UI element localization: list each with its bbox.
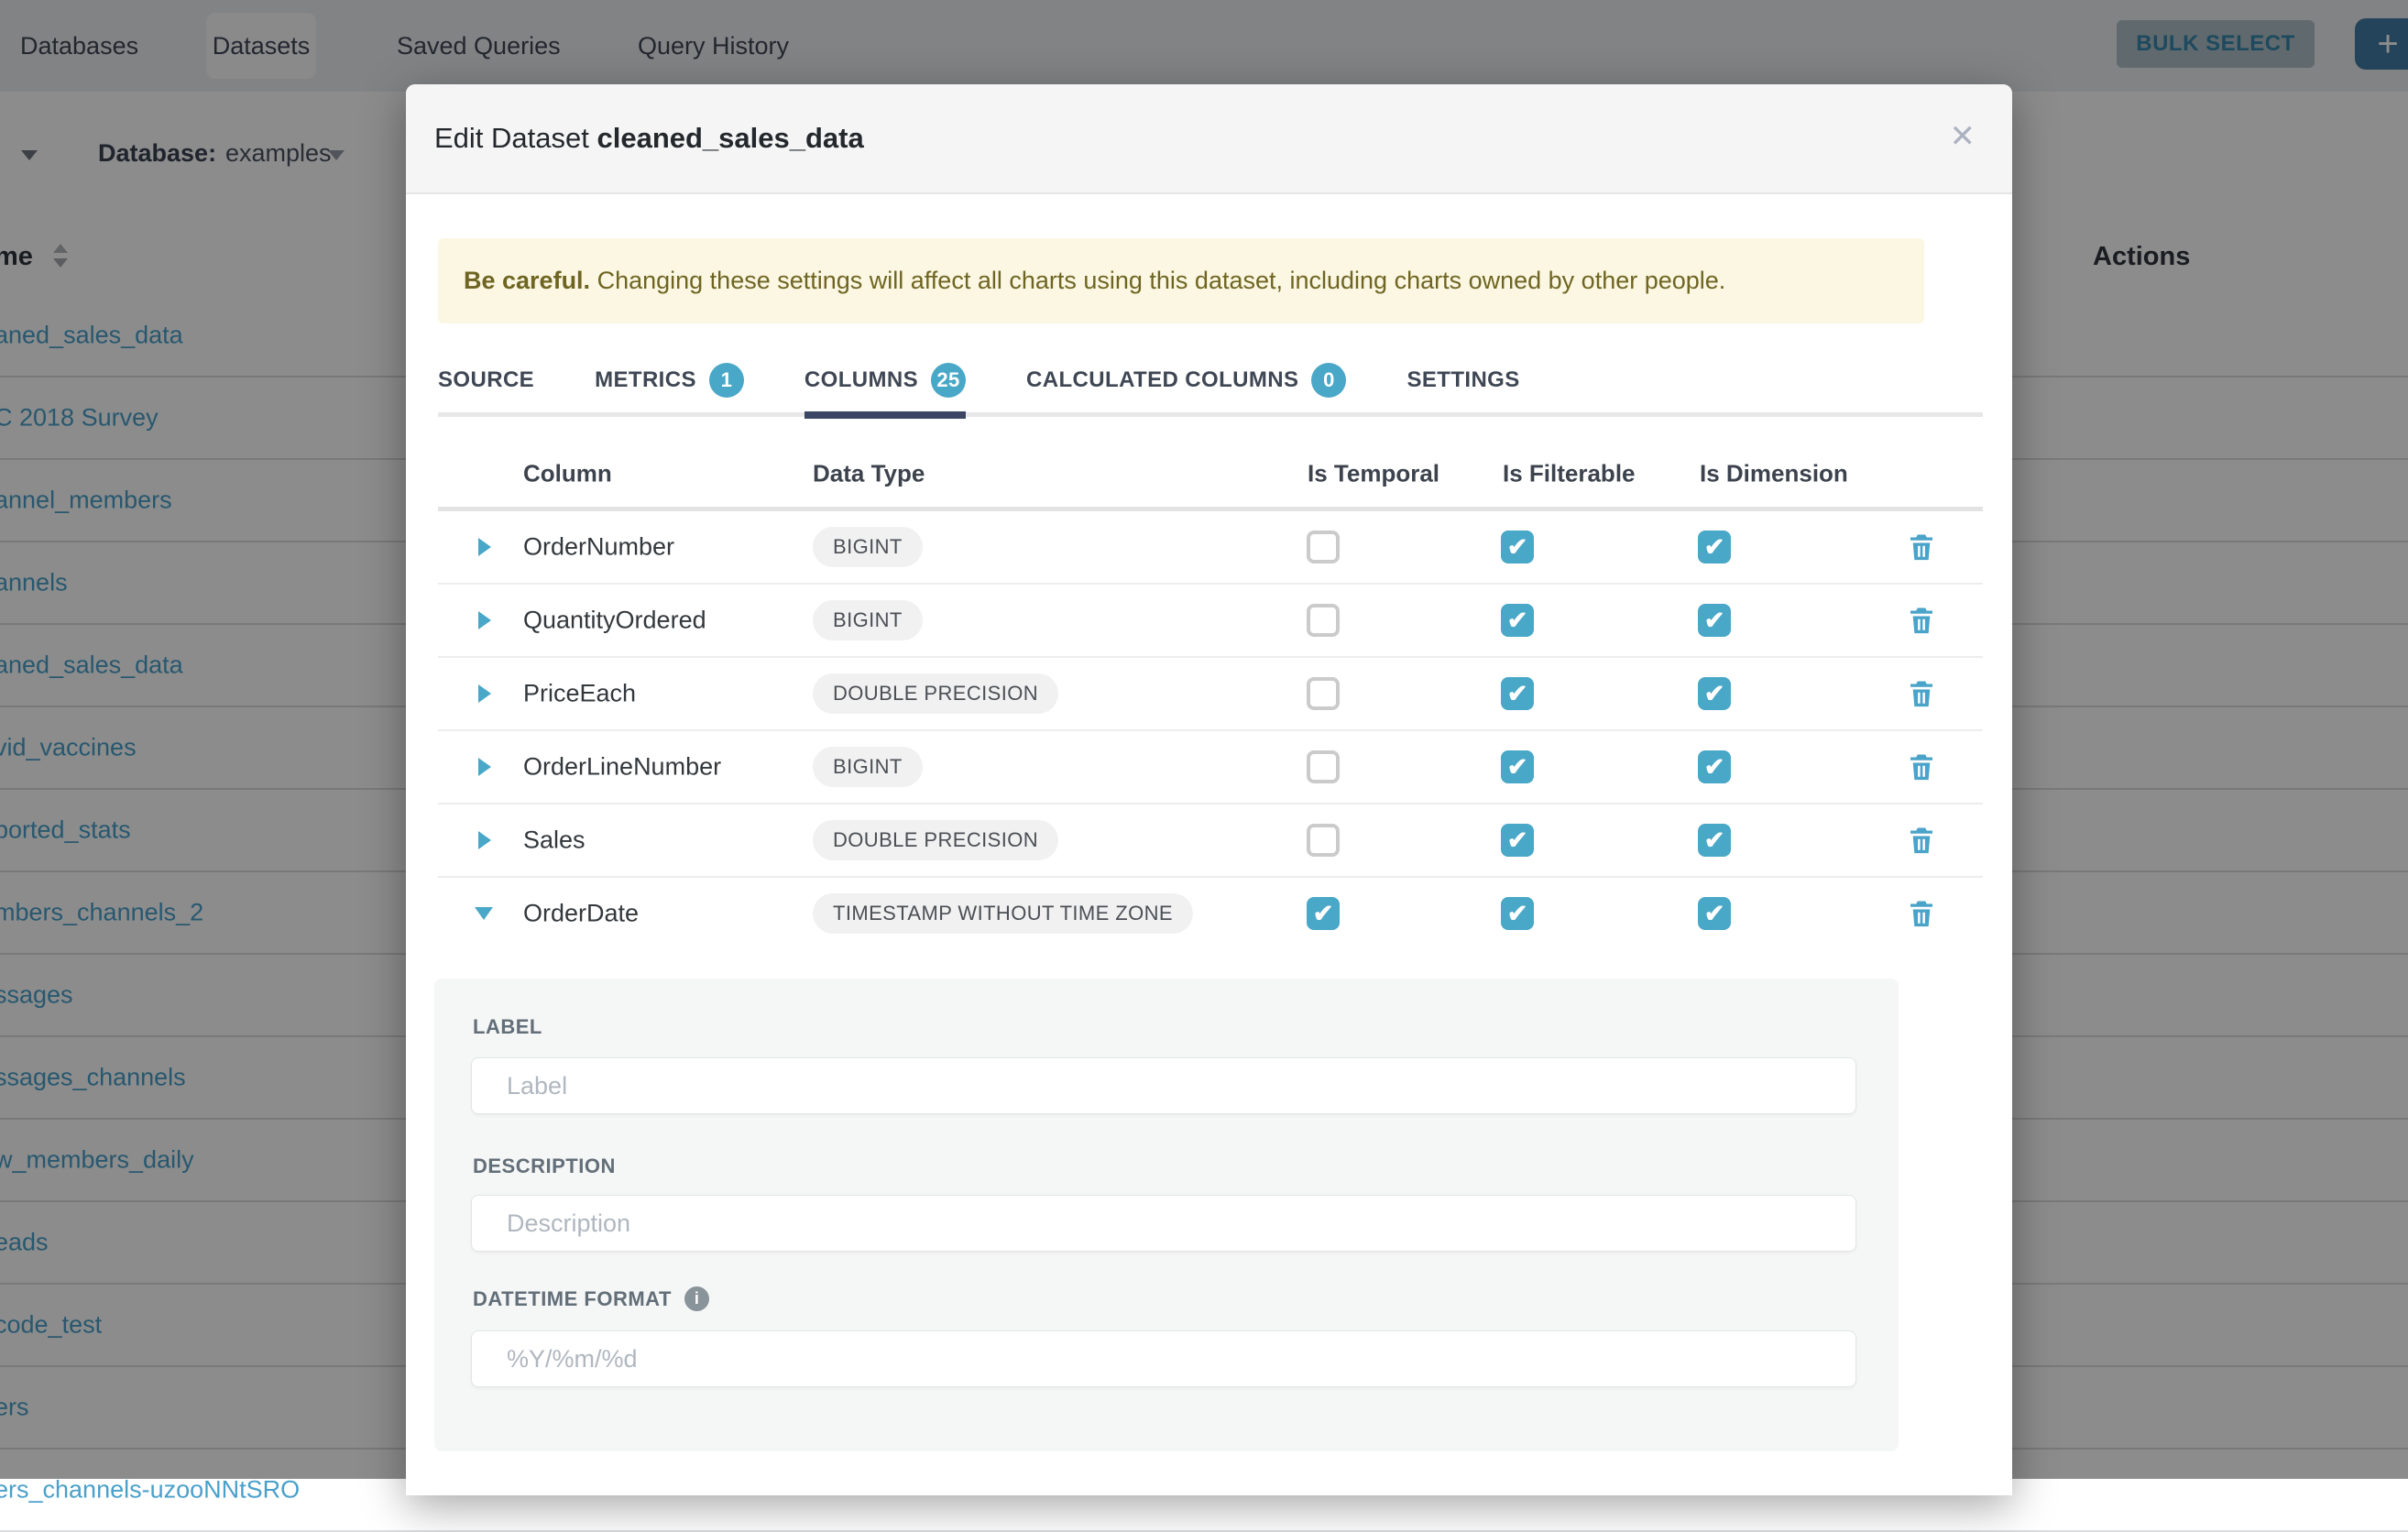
delete-column-button[interactable] [1905,750,1938,783]
delete-column-button[interactable] [1905,824,1938,857]
modal-header: Edit Dataset cleaned_sales_data ✕ [406,84,2012,194]
expand-caret-icon[interactable] [478,758,491,776]
columns-table: OrderNumber BIGINT ✔ ✔ QuantityOrdered BIGINT… [438,511,1983,949]
warning-banner: Be careful. Changing these settings will… [438,238,1924,323]
dimension-checkbox[interactable]: ✔ [1698,750,1731,783]
data-type-pill: BIGINT [813,600,923,640]
count-badge: 1 [709,363,744,398]
temporal-checkbox[interactable] [1307,531,1340,564]
label-field-label: LABEL [473,1015,542,1039]
close-icon[interactable]: ✕ [1950,84,1976,192]
data-type-pill: TIMESTAMP WITHOUT TIME ZONE [813,893,1193,934]
tab-label: SOURCE [438,367,534,393]
tab-source[interactable]: SOURCE [438,348,534,412]
collapse-caret-icon[interactable] [475,907,493,920]
column-row-quantityordered: QuantityOrdered BIGINT ✔ ✔ [438,585,1983,658]
filterable-checkbox[interactable]: ✔ [1501,750,1534,783]
column-header-is-dimension: Is Dimension [1700,459,1848,487]
active-tab-underline [804,411,966,419]
data-type-pill: DOUBLE PRECISION [813,673,1058,714]
column-header-is-filterable: Is Filterable [1503,459,1636,487]
trash-icon [1905,677,1938,710]
delete-column-button[interactable] [1905,897,1938,930]
column-row-priceeach: PriceEach DOUBLE PRECISION ✔ ✔ [438,658,1983,731]
column-name: QuantityOrdered [523,607,706,635]
tab-columns[interactable]: COLUMNS 25 [804,348,966,412]
column-name: PriceEach [523,680,636,708]
tab-label: SETTINGS [1406,367,1519,393]
column-header-is-temporal: Is Temporal [1308,459,1439,487]
modal-title-dataset: cleaned_sales_data [597,122,863,154]
temporal-checkbox[interactable] [1307,750,1340,783]
dataset-link[interactable]: ers_channels-uzooNNtSRO [0,1476,300,1505]
tab-calculated-columns[interactable]: CALCULATED COLUMNS 0 [1026,348,1346,412]
dimension-checkbox[interactable]: ✔ [1698,897,1731,930]
modal-tabs: SOURCE METRICS 1 COLUMNS 25 CALCULATED COLUMN… [438,348,1983,417]
delete-column-button[interactable] [1905,531,1938,564]
label-input[interactable] [471,1057,1856,1114]
edit-dataset-modal: Edit Dataset cleaned_sales_data ✕ Be car… [406,84,2012,1495]
filterable-checkbox[interactable]: ✔ [1501,897,1534,930]
data-type-pill: DOUBLE PRECISION [813,820,1058,860]
column-name: OrderNumber [523,533,674,562]
column-header-data-type: Data Type [813,459,925,487]
delete-column-button[interactable] [1905,604,1938,637]
column-name: OrderDate [523,900,639,928]
column-name: Sales [523,826,586,855]
tab-label: METRICS [595,367,696,393]
temporal-checkbox[interactable]: ✔ [1307,897,1340,930]
temporal-checkbox[interactable] [1307,677,1340,710]
trash-icon [1905,824,1938,857]
description-field-label: DESCRIPTION [473,1154,616,1178]
dimension-checkbox[interactable]: ✔ [1698,824,1731,857]
trash-icon [1905,531,1938,564]
column-row-ordernumber: OrderNumber BIGINT ✔ ✔ [438,511,1983,585]
tab-metrics[interactable]: METRICS 1 [595,348,744,412]
trash-icon [1905,897,1938,930]
expand-caret-icon[interactable] [478,831,491,849]
filterable-checkbox[interactable]: ✔ [1501,604,1534,637]
temporal-checkbox[interactable] [1307,824,1340,857]
tab-label: CALCULATED COLUMNS [1026,367,1298,393]
column-row-orderdate: OrderDate TIMESTAMP WITHOUT TIME ZONE ✔ ✔ ✔ [438,878,1983,949]
column-row-sales: Sales DOUBLE PRECISION ✔ ✔ [438,804,1983,878]
filterable-checkbox[interactable]: ✔ [1501,677,1534,710]
column-name: OrderLineNumber [523,753,721,782]
tab-settings[interactable]: SETTINGS [1406,348,1519,412]
datetime-format-input[interactable] [471,1330,1856,1387]
dimension-checkbox[interactable]: ✔ [1698,531,1731,564]
column-row-orderlinenumber: OrderLineNumber BIGINT ✔ ✔ [438,731,1983,804]
column-detail-panel: LABEL DESCRIPTION DATETIME FORMAT i [434,979,1899,1451]
expand-caret-icon[interactable] [478,611,491,629]
columns-table-header: Column Data Type Is Temporal Is Filterable I… [438,440,1983,507]
trash-icon [1905,604,1938,637]
info-icon[interactable]: i [684,1286,709,1311]
modal-title: Edit Dataset cleaned_sales_data [434,84,864,192]
count-badge: 25 [931,363,966,398]
count-badge: 0 [1311,363,1346,398]
expand-caret-icon[interactable] [478,684,491,703]
data-type-pill: BIGINT [813,527,923,567]
dimension-checkbox[interactable]: ✔ [1698,677,1731,710]
trash-icon [1905,750,1938,783]
temporal-checkbox[interactable] [1307,604,1340,637]
datetime-format-field-label: DATETIME FORMAT [473,1287,672,1311]
filterable-checkbox[interactable]: ✔ [1501,824,1534,857]
filterable-checkbox[interactable]: ✔ [1501,531,1534,564]
tab-label: COLUMNS [804,367,918,393]
column-header-column: Column [523,459,612,487]
dimension-checkbox[interactable]: ✔ [1698,604,1731,637]
expand-caret-icon[interactable] [478,538,491,556]
data-type-pill: BIGINT [813,747,923,787]
description-input[interactable] [471,1195,1856,1252]
delete-column-button[interactable] [1905,677,1938,710]
